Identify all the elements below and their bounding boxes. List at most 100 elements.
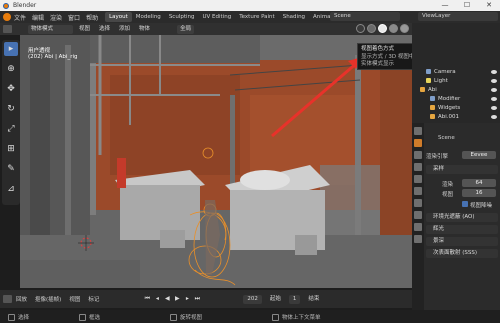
menu-marker[interactable]: 标记	[84, 295, 103, 303]
xray-toggle-icon[interactable]	[356, 24, 365, 33]
mouse-left-icon	[8, 313, 15, 321]
outliner-label: Abi	[428, 87, 437, 93]
rotate-tool-icon[interactable]: ↻	[4, 102, 18, 116]
tab-layout[interactable]: Layout	[105, 12, 132, 22]
menu-file[interactable]: 文件	[11, 13, 29, 22]
render-engine-dropdown[interactable]: Eevee	[462, 151, 496, 159]
viewport-samples-label: 视图	[442, 192, 454, 198]
mouse-middle-icon	[79, 313, 87, 321]
outliner-row-abi[interactable]: Abi	[412, 86, 500, 95]
wireframe-shading-icon[interactable]	[367, 24, 376, 33]
outliner-row-modifier[interactable]: Modifier	[412, 95, 500, 104]
measure-tool-icon[interactable]: ⊿	[4, 182, 18, 196]
tab-shading[interactable]: Shading	[279, 12, 309, 22]
menu-add[interactable]: 添加	[116, 25, 133, 34]
dof-section-header[interactable]: 景深	[426, 237, 498, 246]
outliner-row-camera[interactable]: Camera	[412, 68, 500, 77]
tool-tab-icon[interactable]	[414, 127, 422, 135]
outliner-label: Camera	[434, 69, 456, 75]
menu-edit[interactable]: 编辑	[29, 13, 47, 22]
outliner-row-widgets[interactable]: Widgets	[412, 104, 500, 113]
jump-end-icon[interactable]: ⏭	[193, 295, 201, 303]
tab-sculpting[interactable]: Sculpting	[165, 12, 199, 22]
properties-scene-name: Scene	[438, 135, 455, 141]
transform-tool-icon[interactable]: ⊞	[4, 142, 18, 156]
render-engine-label: 渲染引擎	[426, 154, 449, 160]
viewport-denoise-checkbox[interactable]	[462, 201, 468, 207]
tab-modeling[interactable]: Modeling	[132, 12, 165, 22]
visibility-eye-icon[interactable]	[491, 88, 497, 92]
next-key-icon[interactable]: ▸	[183, 295, 191, 303]
play-icon[interactable]: ▶	[173, 295, 181, 303]
tool-shelf: ▸ ⊕ ✥ ↻ ⤢ ⊞ ✎ ⊿	[2, 40, 20, 205]
menu-timeline-view[interactable]: 视图	[65, 295, 84, 303]
play-reverse-icon[interactable]: ◀	[163, 295, 171, 303]
minimize-button[interactable]: —	[434, 0, 456, 11]
prev-key-icon[interactable]: ◂	[153, 295, 161, 303]
output-tab-icon[interactable]	[414, 151, 422, 159]
menu-keying[interactable]: 抠像(插帧)	[31, 295, 65, 303]
maximize-button[interactable]: ☐	[456, 0, 478, 11]
solid-shading-icon[interactable]	[378, 24, 387, 33]
visibility-eye-icon[interactable]	[491, 79, 497, 83]
material-shading-icon[interactable]	[389, 24, 398, 33]
current-frame-field[interactable]: 202	[243, 294, 262, 304]
outliner-row-abi-001[interactable]: Abi.001	[412, 113, 500, 122]
constraints-tab-icon[interactable]	[414, 235, 422, 243]
3d-viewport[interactable]: 用户透视 (202) Abi | Abi_rig	[20, 35, 412, 288]
mode-dropdown[interactable]: 物体模式	[28, 24, 73, 34]
world-tab-icon[interactable]	[414, 187, 422, 195]
tab-texture-paint[interactable]: Texture Paint	[235, 12, 279, 22]
view-layer-tab-icon[interactable]	[414, 163, 422, 171]
menu-help[interactable]: 帮助	[83, 13, 101, 22]
visibility-eye-icon[interactable]	[491, 106, 497, 110]
object-tab-icon[interactable]	[414, 199, 422, 207]
rendered-shading-icon[interactable]	[400, 24, 409, 33]
orientation-dropdown[interactable]: 全局	[177, 24, 195, 34]
editor-type-icon[interactable]	[3, 25, 12, 33]
scene-tab-icon[interactable]	[414, 175, 422, 183]
menu-object[interactable]: 物体	[136, 25, 153, 34]
visibility-eye-icon[interactable]	[491, 115, 497, 119]
scene-render	[20, 35, 412, 288]
bloom-section-header[interactable]: 辉光	[426, 225, 498, 234]
view-layer-selector[interactable]: ViewLayer	[418, 12, 498, 21]
ao-section-header[interactable]: 环境光遮蔽 (AO)	[426, 213, 498, 222]
select-tool-icon[interactable]: ▸	[4, 42, 18, 56]
menu-select[interactable]: 选择	[96, 25, 113, 34]
sss-section-header[interactable]: 次表面散射 (SSS)	[426, 249, 498, 258]
mouse-drag-icon	[170, 313, 178, 321]
visibility-eye-icon[interactable]	[491, 70, 497, 74]
jump-start-icon[interactable]: ⏮	[143, 295, 151, 303]
sampling-section-header[interactable]: 采样	[426, 165, 498, 174]
tab-uv-editing[interactable]: UV Editing	[199, 12, 236, 22]
close-button[interactable]: ✕	[478, 0, 500, 11]
top-menu-bar: 文件 编辑 渲染 窗口 帮助 Layout Modeling Sculpting…	[0, 11, 500, 23]
menu-view[interactable]: 视图	[76, 25, 93, 34]
blender-menu-icon[interactable]	[3, 13, 11, 21]
viewport-samples-field[interactable]: 16	[462, 189, 496, 197]
modifier-tab-icon[interactable]	[414, 211, 422, 219]
camera-icon	[426, 69, 431, 74]
properties-tabs	[412, 123, 424, 310]
annotate-tool-icon[interactable]: ✎	[4, 162, 18, 176]
start-frame-field[interactable]: 1	[288, 294, 301, 304]
render-tab-icon[interactable]	[414, 139, 422, 147]
visibility-eye-icon[interactable]	[491, 97, 497, 101]
scale-tool-icon[interactable]: ⤢	[4, 122, 18, 136]
mouse-right-icon	[272, 313, 280, 321]
move-tool-icon[interactable]: ✥	[4, 82, 18, 96]
scene-selector[interactable]: Scene	[330, 12, 400, 21]
render-samples-field[interactable]: 64	[462, 179, 496, 187]
cursor-tool-icon[interactable]: ⊕	[4, 62, 18, 76]
timeline-editor-icon[interactable]	[3, 295, 12, 303]
menu-playback[interactable]: 回放	[12, 295, 31, 303]
mesh-icon	[430, 114, 435, 119]
physics-tab-icon[interactable]	[414, 223, 422, 231]
status-context-menu: 物体上下文菜单	[282, 314, 321, 321]
outliner-row-light[interactable]: Light	[412, 77, 500, 86]
menu-window[interactable]: 窗口	[65, 13, 83, 22]
outliner-label: Light	[434, 78, 448, 84]
menu-render[interactable]: 渲染	[47, 13, 65, 22]
viewport-header: 物体模式 视图 选择 添加 物体 全局	[0, 23, 412, 35]
